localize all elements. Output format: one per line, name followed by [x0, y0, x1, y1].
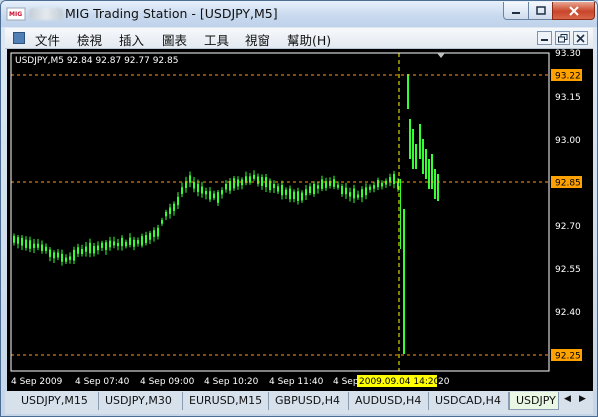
svg-text:MIG: MIG — [9, 11, 22, 18]
application-window: MIG MIG Trading Station - [USDJPY,M5] 文件… — [0, 0, 598, 417]
maximize-button[interactable] — [528, 2, 553, 20]
tab-usdjpy-m30[interactable]: USDJPY,M30 — [99, 392, 183, 410]
minimize-icon — [541, 39, 548, 41]
time-label: 4 Sep — [333, 377, 359, 387]
candle — [428, 159, 430, 189]
candle — [409, 119, 411, 159]
close-icon — [568, 5, 579, 16]
maximize-icon — [535, 5, 546, 15]
time-label: 4 Sep 07:40 — [75, 377, 130, 387]
price-label: 93.15 — [555, 93, 581, 103]
menu-view[interactable]: 檢視 — [77, 30, 102, 49]
low-price-label: 92.25 — [555, 352, 581, 362]
tab-usdjpy-m15[interactable]: USDJPY,M15 — [15, 392, 99, 410]
candle — [403, 209, 405, 354]
candle — [400, 179, 401, 249]
price-label: 92.70 — [555, 222, 581, 232]
chart-canvas[interactable]: USDJPY,M5 92.84 92.87 92.77 92.85 93.30 … — [7, 49, 593, 391]
tab-audusd-h4[interactable]: AUDUSD,H4 — [349, 392, 429, 410]
candlestick-series — [13, 74, 439, 354]
price-label: 93.00 — [555, 136, 581, 146]
close-button[interactable] — [552, 2, 595, 20]
title-bar[interactable]: MIG MIG Trading Station - [USDJPY,M5] — [1, 1, 597, 27]
crosshair-time-label: 2009.09.04 14:20 — [359, 377, 440, 387]
chart-header: USDJPY,M5 92.84 92.87 92.77 92.85 — [15, 56, 178, 66]
child-restore-button[interactable] — [555, 31, 570, 45]
child-minimize-button[interactable] — [537, 31, 552, 45]
menu-file[interactable]: 文件 — [35, 30, 60, 49]
candle — [434, 169, 436, 199]
menu-charts[interactable]: 圖表 — [162, 30, 187, 49]
candle — [437, 174, 439, 201]
tab-gbpusd-h4[interactable]: GBPUSD,H4 — [269, 392, 349, 410]
candle — [422, 139, 424, 174]
chart-window-icon[interactable] — [13, 32, 25, 44]
tab-eurusd-m15[interactable]: EURUSD,M15 — [183, 392, 269, 410]
minimize-button[interactable] — [503, 2, 529, 20]
time-axis: 4 Sep 2009 4 Sep 07:40 4 Sep 09:00 4 Sep… — [11, 377, 359, 387]
window-title: MIG Trading Station - [USDJPY,M5] — [65, 6, 278, 21]
high-price-label: 93.22 — [555, 72, 581, 82]
current-price-label: 92.85 — [555, 179, 581, 189]
plot-frame — [10, 52, 550, 372]
candle — [412, 129, 414, 169]
menu-bar: 文件 檢視 插入 圖表 工具 視窗 幫助(H) — [5, 28, 593, 49]
child-close-button[interactable] — [573, 31, 588, 45]
chart-tab-bar: USDJPY,M15 USDJPY,M30 EURUSD,M15 GBPUSD,… — [5, 391, 593, 414]
menu-window[interactable]: 視窗 — [245, 30, 270, 49]
app-logo-icon: MIG — [6, 7, 26, 21]
minimize-icon — [512, 11, 520, 14]
candle — [415, 144, 417, 169]
time-label: 4 Sep 11:40 — [269, 377, 324, 387]
menu-help[interactable]: 幫助(H) — [287, 30, 331, 49]
shift-marker-icon[interactable] — [437, 53, 445, 58]
menu-insert[interactable]: 插入 — [119, 30, 144, 49]
candle — [419, 124, 421, 159]
title-redacted-region — [29, 8, 63, 20]
tab-scroll-left-icon[interactable]: ◀ — [564, 394, 571, 404]
candle — [407, 74, 409, 109]
time-label-suffix: 20 — [438, 377, 450, 387]
restore-icon — [557, 33, 567, 42]
candle — [425, 149, 427, 179]
price-chart[interactable]: USDJPY,M5 92.84 92.87 92.77 92.85 93.30 … — [7, 49, 593, 391]
menu-tools[interactable]: 工具 — [204, 30, 229, 49]
time-label: 4 Sep 2009 — [11, 377, 63, 387]
price-label: 92.55 — [555, 265, 581, 275]
close-icon — [576, 33, 585, 43]
tab-usdcad-h4[interactable]: USDCAD,H4 — [429, 392, 509, 410]
tab-scroll-right-icon[interactable]: ▶ — [579, 394, 586, 404]
price-label: 92.40 — [555, 308, 581, 318]
price-label: 93.30 — [555, 49, 581, 59]
candle — [431, 154, 433, 189]
tab-usdjpy-active[interactable]: USDJPY — [509, 392, 559, 410]
time-label: 4 Sep 09:00 — [140, 377, 195, 387]
time-label: 4 Sep 10:20 — [204, 377, 259, 387]
